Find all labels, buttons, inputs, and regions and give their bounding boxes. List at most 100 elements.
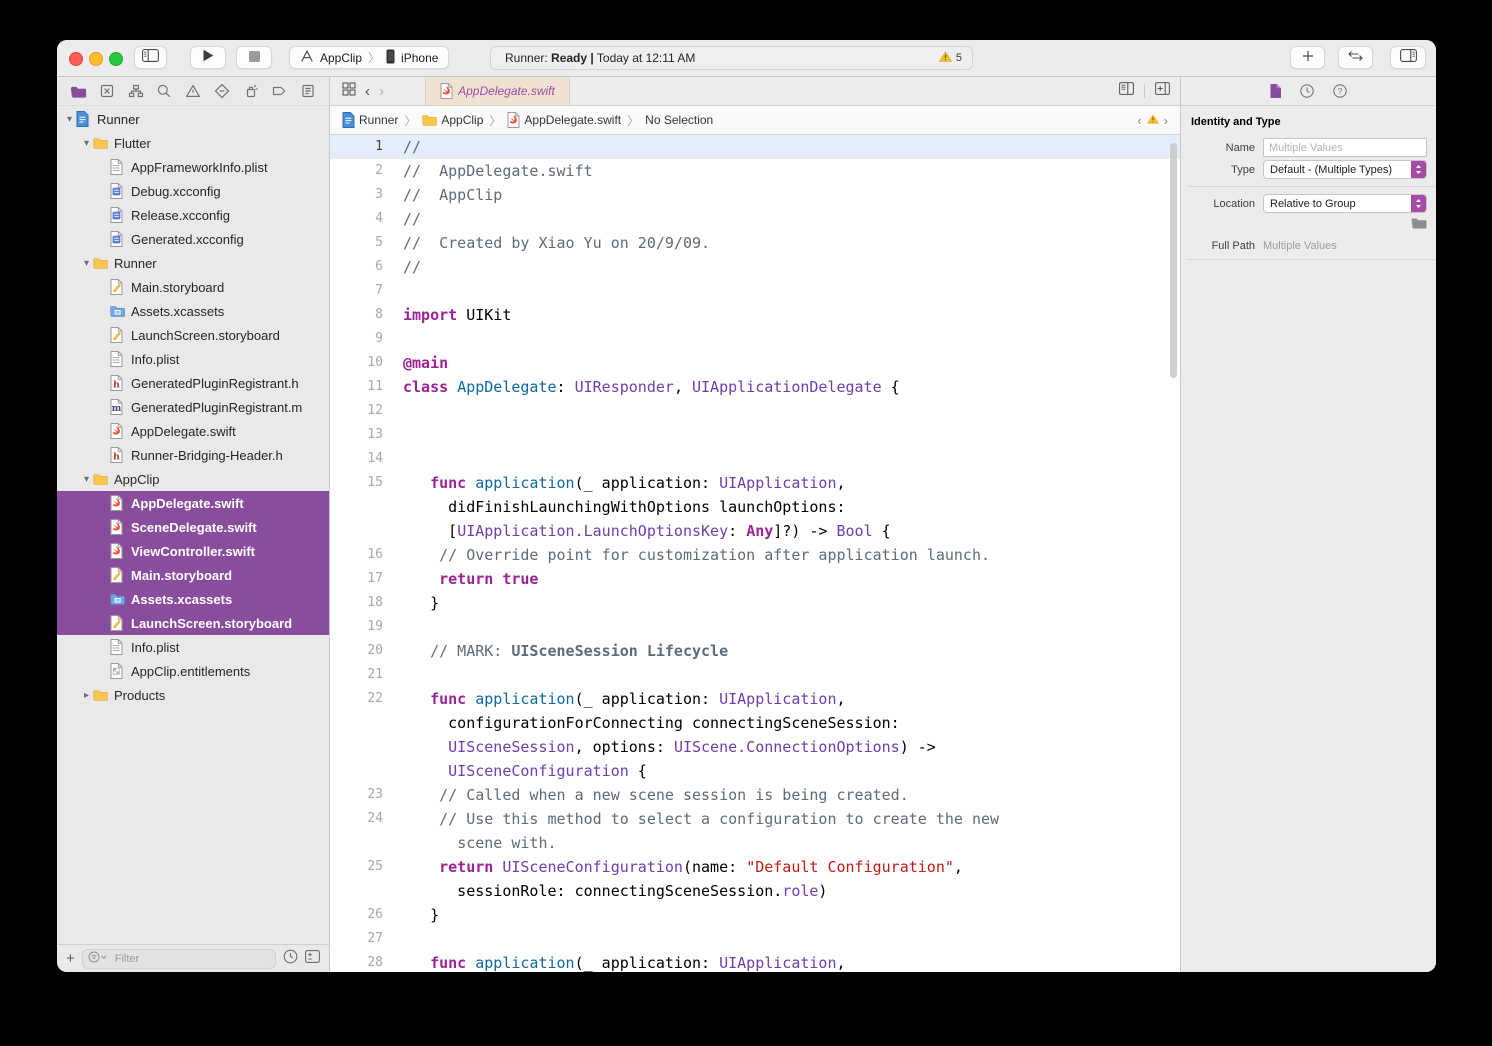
tree-item-appframeworkinfo-plist[interactable]: AppFrameworkInfo.plist [57,155,329,179]
code-line[interactable]: 17 return true [330,567,1180,591]
code-line[interactable]: [UIApplication.LaunchOptionsKey: Any]?) … [330,519,1180,543]
line-number[interactable]: 28 [330,951,387,972]
navigator-tab-find-icon[interactable] [155,82,173,100]
tree-item-runner[interactable]: ▾Runner [57,251,329,275]
code-line[interactable]: 6// [330,255,1180,279]
line-number[interactable]: 18 [330,591,387,615]
run-button[interactable] [190,46,226,69]
related-items-icon[interactable] [342,82,356,101]
code-line[interactable]: scene with. [330,831,1180,855]
code-line[interactable]: 10@main [330,351,1180,375]
name-field[interactable] [1263,138,1427,157]
code-line[interactable]: 26 } [330,903,1180,927]
code-line[interactable]: 28 func application(_ application: UIApp… [330,951,1180,972]
code-line[interactable]: 8import UIKit [330,303,1180,327]
breadcrumb-runner[interactable]: Runner [342,112,398,128]
tree-item-main-storyboard[interactable]: Main.storyboard [57,563,329,587]
close-window-button[interactable] [69,52,83,66]
tree-item-runner-bridging-header-h[interactable]: hRunner-Bridging-Header.h [57,443,329,467]
navigator-tab-symbols-icon[interactable] [127,82,145,100]
disclosure-triangle-icon[interactable]: ▾ [80,258,93,269]
choose-location-folder-icon[interactable] [1411,216,1427,234]
quick-help-inspector-tab[interactable]: ? [1332,83,1348,99]
disclosure-triangle-icon[interactable]: ▾ [80,138,93,149]
code-line[interactable]: 2// AppDelegate.swift [330,159,1180,183]
file-inspector-tab[interactable] [1269,83,1282,99]
editor-options-icon[interactable] [1119,82,1134,100]
tree-item-main-storyboard[interactable]: Main.storyboard [57,275,329,299]
line-number[interactable] [330,831,387,855]
line-number[interactable]: 13 [330,423,387,447]
editor-tab[interactable]: AppDelegate.swift [425,77,570,105]
forward-button[interactable]: › [379,84,384,99]
disclosure-triangle-icon[interactable]: ▸ [80,690,93,701]
line-number[interactable]: 14 [330,447,387,471]
navigator-tab-project-icon[interactable] [69,82,87,100]
tree-item-assets-xcassets[interactable]: Assets.xcassets [57,587,329,611]
recent-files-icon[interactable] [283,949,298,969]
filter-input[interactable] [113,952,270,966]
line-number[interactable]: 27 [330,927,387,951]
line-number[interactable]: 17 [330,567,387,591]
code-line[interactable]: 5// Created by Xiao Yu on 20/9/09. [330,231,1180,255]
code-line[interactable]: 7 [330,279,1180,303]
tree-item-generatedpluginregistrant-m[interactable]: mGeneratedPluginRegistrant.m [57,395,329,419]
line-number[interactable]: 9 [330,327,387,351]
code-line[interactable]: configurationForConnecting connectingSce… [330,711,1180,735]
line-number[interactable]: 7 [330,279,387,303]
source-control-status-icon[interactable] [305,950,320,968]
code-line[interactable]: 1// [330,135,1180,159]
code-line[interactable]: UISceneConfiguration { [330,759,1180,783]
line-number[interactable]: 22 [330,687,387,711]
disclosure-triangle-icon[interactable]: ▾ [63,114,76,125]
code-line[interactable]: 25 return UISceneConfiguration(name: "De… [330,855,1180,879]
minimize-window-button[interactable] [89,52,103,66]
toggle-inspector-button[interactable] [1390,46,1426,69]
line-number[interactable]: 12 [330,399,387,423]
line-number[interactable] [330,711,387,735]
tree-item-generated-xcconfig[interactable]: Generated.xcconfig [57,227,329,251]
toggle-navigator-button[interactable] [134,46,167,69]
line-number[interactable]: 1 [330,135,387,159]
line-number[interactable] [330,735,387,759]
navigator-tab-issues-icon[interactable] [184,82,202,100]
line-number[interactable]: 15 [330,471,387,495]
tree-item-launchscreen-storyboard[interactable]: LaunchScreen.storyboard [57,323,329,347]
tree-item-flutter[interactable]: ▾Flutter [57,131,329,155]
back-button[interactable]: ‹ [365,84,370,99]
activity-status-display[interactable]: Runner: Ready | Today at 12:11 AM 5 [490,46,973,70]
tree-item-info-plist[interactable]: Info.plist [57,347,329,371]
code-line[interactable]: sessionRole: connectingSceneSession.role… [330,879,1180,903]
tree-item-appdelegate-swift[interactable]: AppDelegate.swift [57,419,329,443]
code-line[interactable]: didFinishLaunchingWithOptions launchOpti… [330,495,1180,519]
code-line[interactable]: 12 [330,399,1180,423]
code-line[interactable]: 9 [330,327,1180,351]
type-popup[interactable]: Default - (Multiple Types) [1263,160,1427,179]
code-line[interactable]: 4// [330,207,1180,231]
line-number[interactable]: 25 [330,855,387,879]
breadcrumb-appclip[interactable]: AppClip [422,113,483,127]
tree-item-viewcontroller-swift[interactable]: ViewController.swift [57,539,329,563]
breadcrumb-appdelegate-swift[interactable]: AppDelegate.swift [507,112,621,128]
line-number[interactable] [330,879,387,903]
tree-item-release-xcconfig[interactable]: Release.xcconfig [57,203,329,227]
code-line[interactable]: 20 // MARK: UISceneSession Lifecycle [330,639,1180,663]
history-inspector-tab[interactable] [1299,83,1315,99]
code-line[interactable]: 23 // Called when a new scene session is… [330,783,1180,807]
line-number[interactable]: 24 [330,807,387,831]
code-line[interactable]: 18 } [330,591,1180,615]
code-line[interactable]: 27 [330,927,1180,951]
zoom-window-button[interactable] [109,52,123,66]
tree-item-scenedelegate-swift[interactable]: SceneDelegate.swift [57,515,329,539]
add-editor-icon[interactable] [1155,82,1170,100]
line-number[interactable]: 8 [330,303,387,327]
line-number[interactable]: 11 [330,375,387,399]
line-number[interactable]: 23 [330,783,387,807]
line-number[interactable] [330,519,387,543]
line-number[interactable]: 6 [330,255,387,279]
breadcrumb-no-selection[interactable]: No Selection [645,113,713,127]
filter-field[interactable] [82,949,276,969]
line-number[interactable]: 2 [330,159,387,183]
code-line[interactable]: 3// AppClip [330,183,1180,207]
tree-item-launchscreen-storyboard[interactable]: LaunchScreen.storyboard [57,611,329,635]
